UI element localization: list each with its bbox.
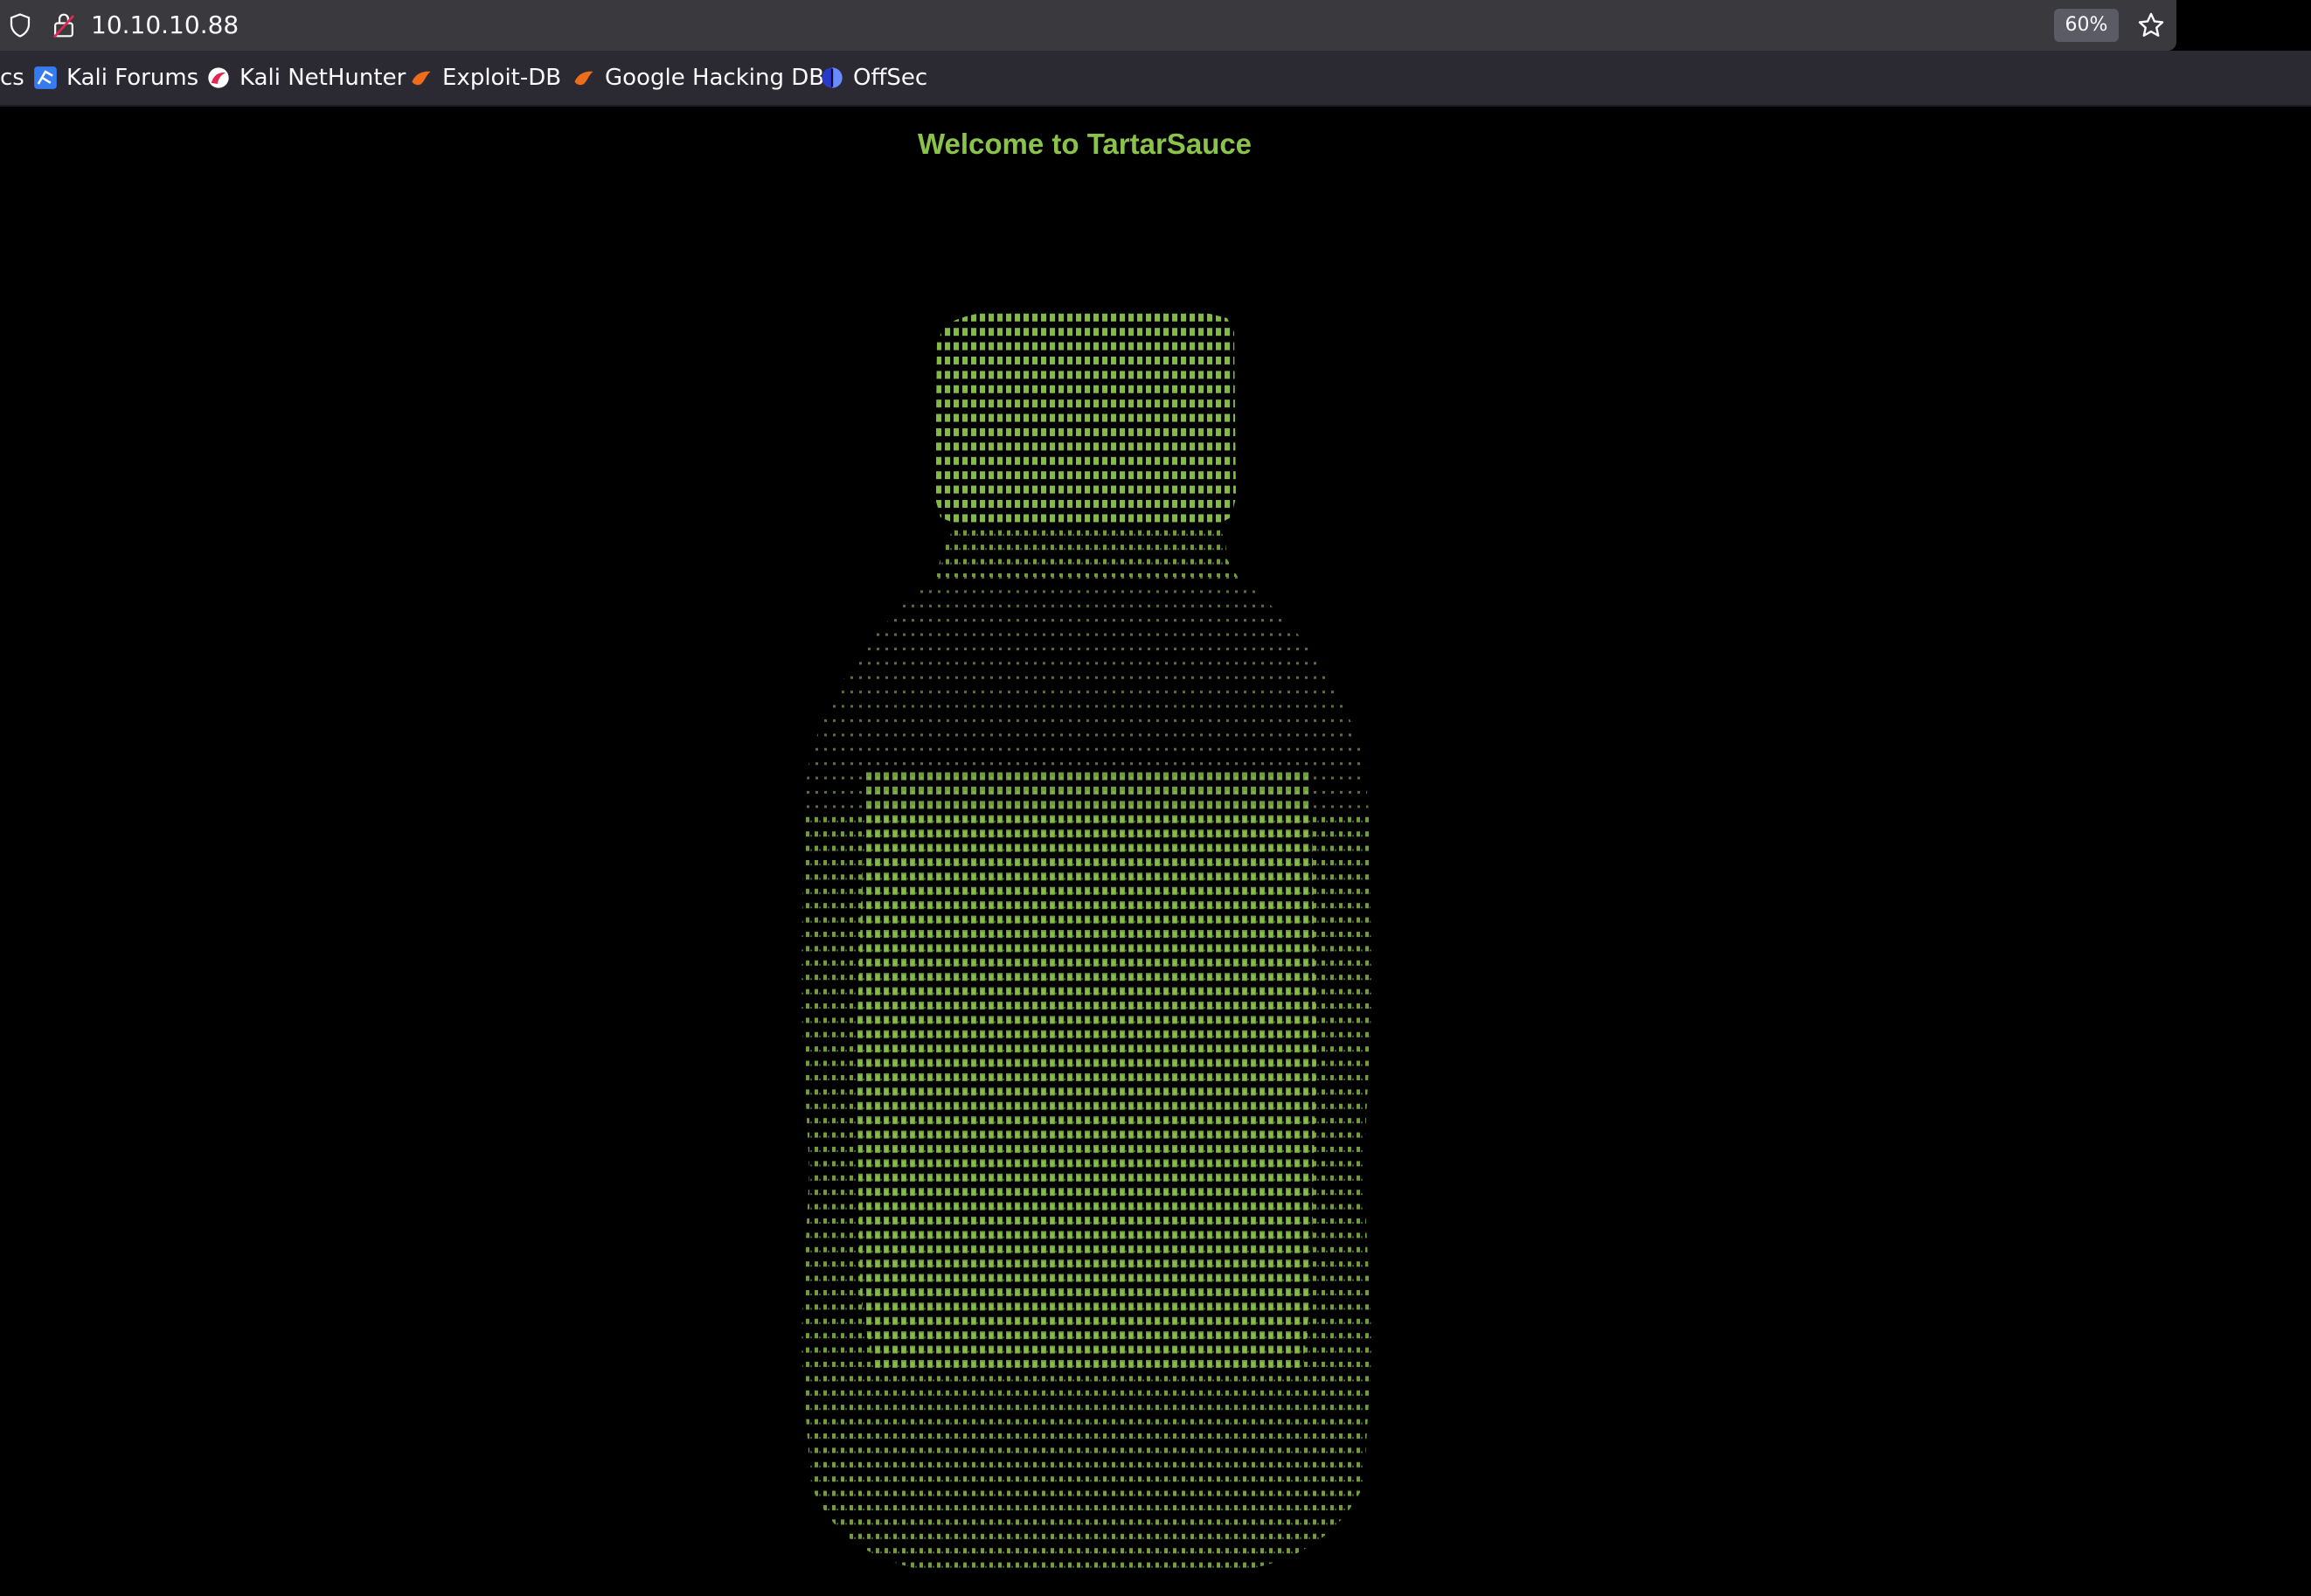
shield-icon[interactable] [7, 12, 33, 38]
exploit-db-icon [574, 71, 593, 86]
bookmark-offsec[interactable]: OffSec [820, 51, 927, 105]
page-content: Welcome to TartarSauce [0, 107, 2311, 1596]
nethunter-icon [208, 67, 229, 88]
bookmark-partial[interactable]: cs [0, 51, 24, 105]
bookmark-label: cs [0, 65, 24, 91]
bookmark-kali-forums[interactable]: Kali Forums [33, 51, 198, 105]
exploit-db-icon [412, 71, 431, 86]
bookmark-kali-nethunter[interactable]: Kali NetHunter [206, 51, 406, 105]
bottle-base [822, 1460, 1346, 1566]
bookmark-label: Google Hacking DB [605, 65, 825, 91]
kali-dragon-icon [34, 66, 57, 89]
bookmark-label: OffSec [853, 65, 928, 91]
bookmark-label: Kali NetHunter [239, 65, 406, 91]
bookmark-label: Exploit-DB [442, 65, 562, 91]
bottle-neck [935, 526, 1238, 577]
bottle-label [857, 769, 1316, 1372]
url-text[interactable]: 10.10.10.88 [91, 10, 239, 40]
bookmark-label: Kali Forums [66, 65, 199, 91]
sauce-bottle-ascii-art [801, 308, 1372, 1573]
offsec-icon [822, 67, 843, 88]
url-bar[interactable]: 10.10.10.88 60% [0, 0, 2176, 51]
bookmarks-toolbar: cs Kali Forums Kali NetHunter Exploit-DB… [0, 51, 2311, 107]
bottle-cap [935, 308, 1236, 526]
page-title: Welcome to TartarSauce [917, 128, 1253, 160]
bookmark-exploit-db[interactable]: Exploit-DB [409, 51, 561, 105]
zoom-level-button[interactable]: 60% [2054, 9, 2119, 42]
bookmark-google-hacking-db[interactable]: Google Hacking DB [572, 51, 824, 105]
lock-icon[interactable] [51, 11, 77, 39]
star-icon[interactable] [2136, 10, 2166, 40]
